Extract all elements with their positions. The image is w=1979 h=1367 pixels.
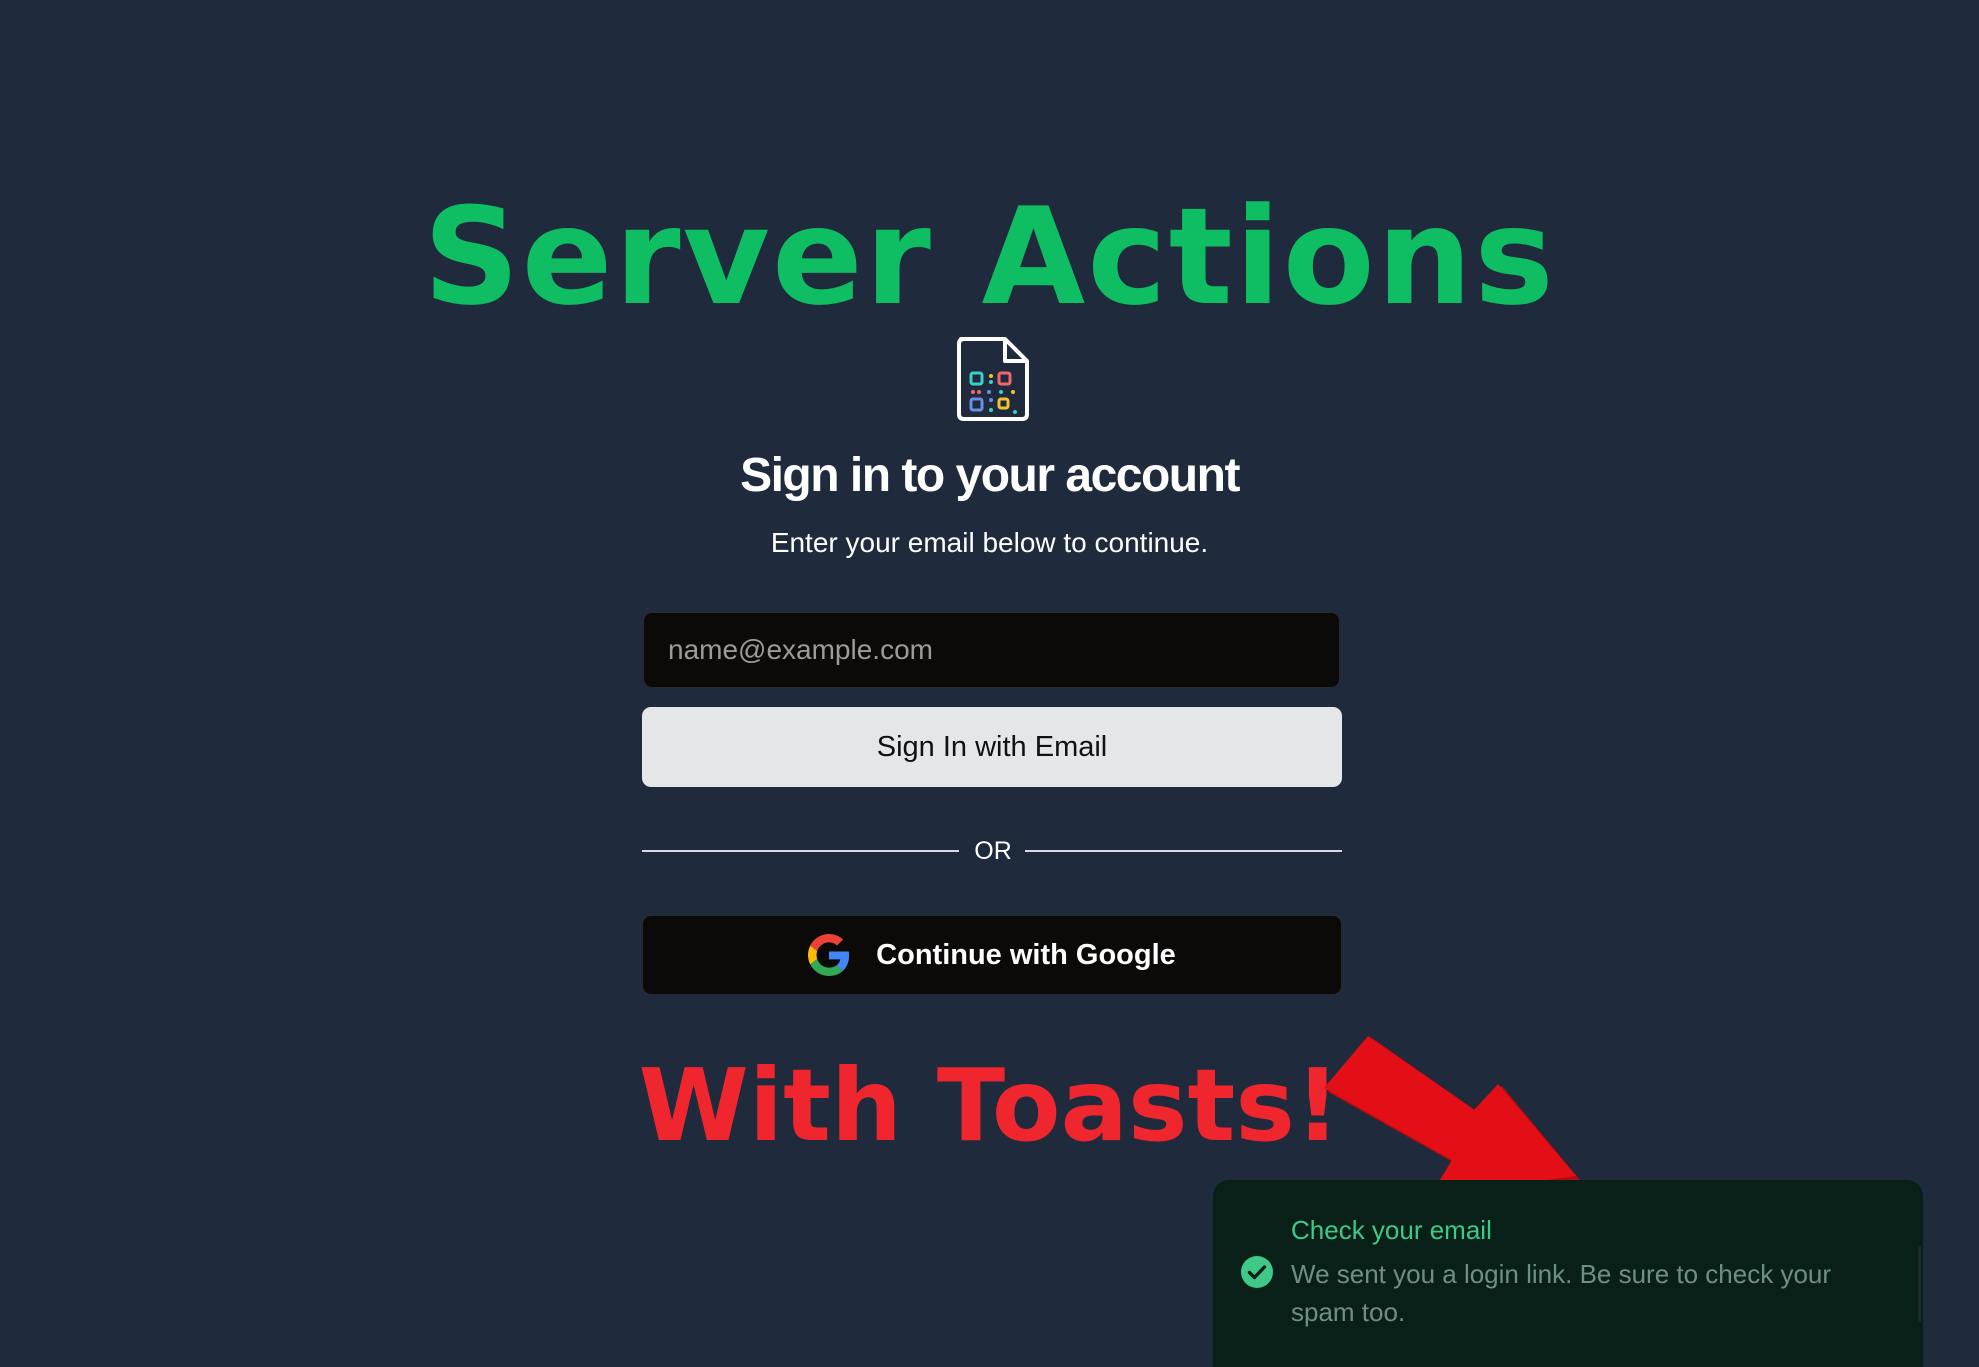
toast-stack-edge xyxy=(1918,1246,1921,1322)
google-button-label: Continue with Google xyxy=(876,938,1176,971)
divider-label: OR xyxy=(974,837,1012,865)
divider-right xyxy=(1025,850,1342,852)
check-circle-icon xyxy=(1241,1256,1273,1288)
qr-code-document-icon xyxy=(957,337,1029,421)
headline: Server Actions xyxy=(423,179,1556,335)
toast-message: We sent you a login link. Be sure to che… xyxy=(1291,1259,1832,1327)
sign-in-email-button[interactable]: Sign In with Email xyxy=(642,707,1342,787)
annotation-text: With Toasts! xyxy=(638,1047,1341,1164)
toast-title: Check your email xyxy=(1291,1215,1492,1245)
divider-left xyxy=(642,850,959,852)
page-title: Sign in to your account xyxy=(740,449,1240,502)
google-g-icon xyxy=(808,934,850,976)
continue-with-google-button[interactable]: Continue with Google xyxy=(642,915,1342,995)
page-subtitle: Enter your email below to continue. xyxy=(770,527,1209,558)
email-field[interactable] xyxy=(643,612,1340,688)
